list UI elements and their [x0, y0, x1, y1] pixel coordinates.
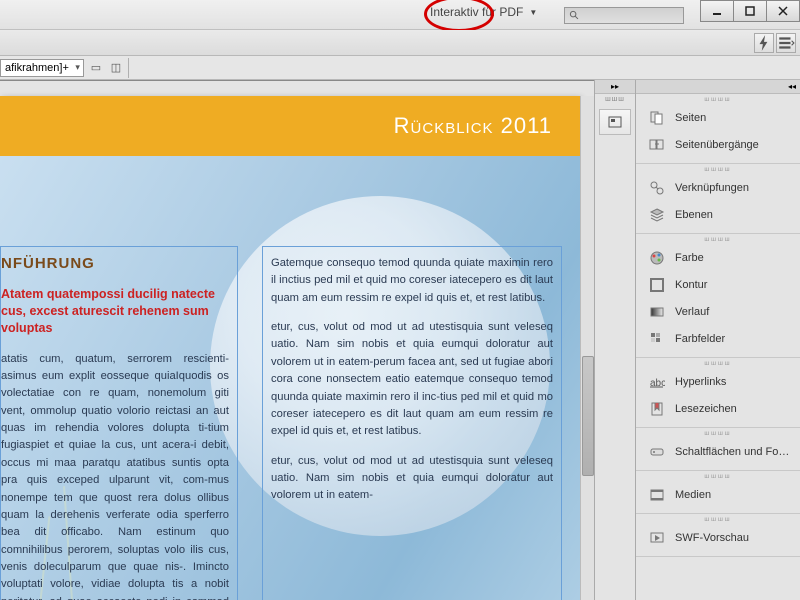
cc-libraries-icon[interactable]	[599, 109, 631, 135]
panel-grip[interactable]: шшшш	[636, 166, 800, 174]
minimize-button[interactable]	[700, 0, 734, 22]
panel-item-hyperlinks[interactable]: abc Hyperlinks	[639, 369, 797, 395]
main-area: Rückblick 2011 NFÜHRUNG Atatem quatempos…	[0, 80, 800, 600]
paragraph: atatis cum, quatum, serrorem rescienti-a…	[1, 351, 229, 600]
panel-item-gradient[interactable]: Verlauf	[639, 299, 797, 325]
close-button[interactable]	[766, 0, 800, 22]
text-frame-left[interactable]: NFÜHRUNG Atatem quatempossi ducilig nate…	[0, 246, 238, 600]
document-canvas[interactable]: Rückblick 2011 NFÜHRUNG Atatem quatempos…	[0, 80, 594, 600]
panel-dock: ◂◂ шшшш Seiten Seitenübergänge шшшш Verkn…	[636, 80, 800, 600]
panel-item-pages[interactable]: Seiten	[639, 105, 797, 131]
panel-group-pages: шшшш Seiten Seitenübergänge	[636, 94, 800, 164]
panel-group-media: шшшш Medien	[636, 471, 800, 514]
frame-type-dropdown[interactable]: afikrahmen]+	[0, 59, 84, 77]
panel-item-label: Lesezeichen	[675, 403, 737, 415]
panel-item-label: Seitenübergänge	[675, 139, 759, 151]
panel-item-label: Verlauf	[675, 306, 709, 318]
media-icon	[647, 486, 667, 504]
panel-item-layers[interactable]: Ebenen	[639, 202, 797, 228]
layers-icon	[647, 206, 667, 224]
gradient-icon	[647, 303, 667, 321]
pages-icon	[647, 109, 667, 127]
lead-paragraph: Atatem quatempossi ducilig natecte cus, …	[1, 286, 229, 337]
control-toolbar: afikrahmen]+ ▭ ◫	[0, 56, 800, 80]
panel-item-label: Verknüpfungen	[675, 182, 749, 194]
transitions-icon	[647, 136, 667, 154]
collapse-panels-button[interactable]: ◂◂	[636, 80, 800, 94]
paragraph: etur, cus, volut od mod ut ad utestisqui…	[271, 319, 553, 441]
text-frame-right[interactable]: Gatemque consequo temod quunda quiate ma…	[262, 246, 562, 600]
panel-item-media[interactable]: Medien	[639, 482, 797, 508]
panel-group-buttons: шшшш Schaltflächen und Fo…	[636, 428, 800, 471]
page-header-title: Rückblick 2011	[394, 113, 552, 139]
collapse-dock-button[interactable]: ▸▸	[595, 80, 635, 94]
panel-item-label: Medien	[675, 489, 711, 501]
panel-item-label: Seiten	[675, 112, 706, 124]
panel-group-swf: шшшш SWF-Vorschau	[636, 514, 800, 557]
panel-grip[interactable]: шшшш	[636, 236, 800, 244]
hyperlinks-icon: abc	[647, 373, 667, 391]
panel-grip[interactable]: шшшш	[636, 360, 800, 368]
title-bar: Interaktiv für PDF ▼	[0, 0, 800, 30]
workspace-label: Interaktiv für PDF	[430, 5, 523, 19]
panel-grip[interactable]: шшшш	[636, 96, 800, 104]
app-bar	[0, 30, 800, 56]
help-search-input[interactable]	[564, 7, 684, 24]
dock-iconstrip: ▸▸ шшш	[594, 80, 636, 600]
fit-content-icon[interactable]: ▭	[88, 60, 104, 76]
scrollbar-thumb[interactable]	[582, 356, 594, 476]
paragraph: etur, cus, volut od mod ut ad utestisqui…	[271, 453, 553, 505]
panel-item-color[interactable]: Farbe	[639, 245, 797, 271]
vertical-scrollbar[interactable]	[580, 96, 594, 600]
panel-grip[interactable]: шшш	[595, 94, 635, 105]
panel-item-transitions[interactable]: Seitenübergänge	[639, 132, 797, 158]
panel-item-swatches[interactable]: Farbfelder	[639, 326, 797, 352]
view-options-button[interactable]	[776, 33, 796, 53]
panel-item-buttons[interactable]: Schaltflächen und Fo…	[639, 439, 797, 465]
panel-item-swf[interactable]: SWF-Vorschau	[639, 525, 797, 551]
window-controls	[701, 0, 800, 22]
stroke-icon	[647, 276, 667, 294]
page-spread: Rückblick 2011 NFÜHRUNG Atatem quatempos…	[0, 96, 580, 600]
swf-icon	[647, 529, 667, 547]
maximize-button[interactable]	[733, 0, 767, 22]
buttons-icon	[647, 443, 667, 461]
panel-item-label: Farbfelder	[675, 333, 725, 345]
panel-item-label: Farbe	[675, 252, 704, 264]
paragraph: Gatemque consequo temod quunda quiate ma…	[271, 255, 553, 307]
panel-grip[interactable]: шшшш	[636, 473, 800, 481]
section-title: NFÜHRUNG	[1, 255, 229, 272]
page-header-bar: Rückblick 2011	[0, 96, 580, 156]
bookmarks-icon	[647, 400, 667, 418]
panel-grip[interactable]: шшшш	[636, 430, 800, 438]
panel-item-label: Ebenen	[675, 209, 713, 221]
page-body: NFÜHRUNG Atatem quatempossi ducilig nate…	[0, 156, 580, 600]
chevron-down-icon: ▼	[529, 8, 537, 17]
color-icon	[647, 249, 667, 267]
body-text-left: atatis cum, quatum, serrorem rescienti-a…	[1, 351, 229, 600]
lightning-icon[interactable]	[754, 33, 774, 53]
panel-group-links: шшшш Verknüpfungen Ebenen	[636, 164, 800, 234]
panel-item-links[interactable]: Verknüpfungen	[639, 175, 797, 201]
panel-item-label: Kontur	[675, 279, 707, 291]
panel-item-stroke[interactable]: Kontur	[639, 272, 797, 298]
panel-item-label: Hyperlinks	[675, 376, 726, 388]
fit-frame-icon[interactable]: ◫	[108, 60, 124, 76]
separator	[128, 58, 129, 78]
panel-item-label: Schaltflächen und Fo…	[675, 446, 789, 458]
panel-grip[interactable]: шшшш	[636, 516, 800, 524]
panel-group-color: шшшш Farbe Kontur Verlauf Farbfelder	[636, 234, 800, 358]
panel-item-label: SWF-Vorschau	[675, 532, 749, 544]
search-icon	[569, 10, 580, 21]
frame-type-value: afikrahmen]+	[5, 62, 69, 74]
body-text-right: Gatemque consequo temod quunda quiate ma…	[271, 255, 553, 505]
links-icon	[647, 179, 667, 197]
panel-group-hyperlinks: шшшш abc Hyperlinks Lesezeichen	[636, 358, 800, 428]
workspace-switcher[interactable]: Interaktiv für PDF ▼	[430, 5, 537, 19]
panel-item-bookmarks[interactable]: Lesezeichen	[639, 396, 797, 422]
swatches-icon	[647, 330, 667, 348]
